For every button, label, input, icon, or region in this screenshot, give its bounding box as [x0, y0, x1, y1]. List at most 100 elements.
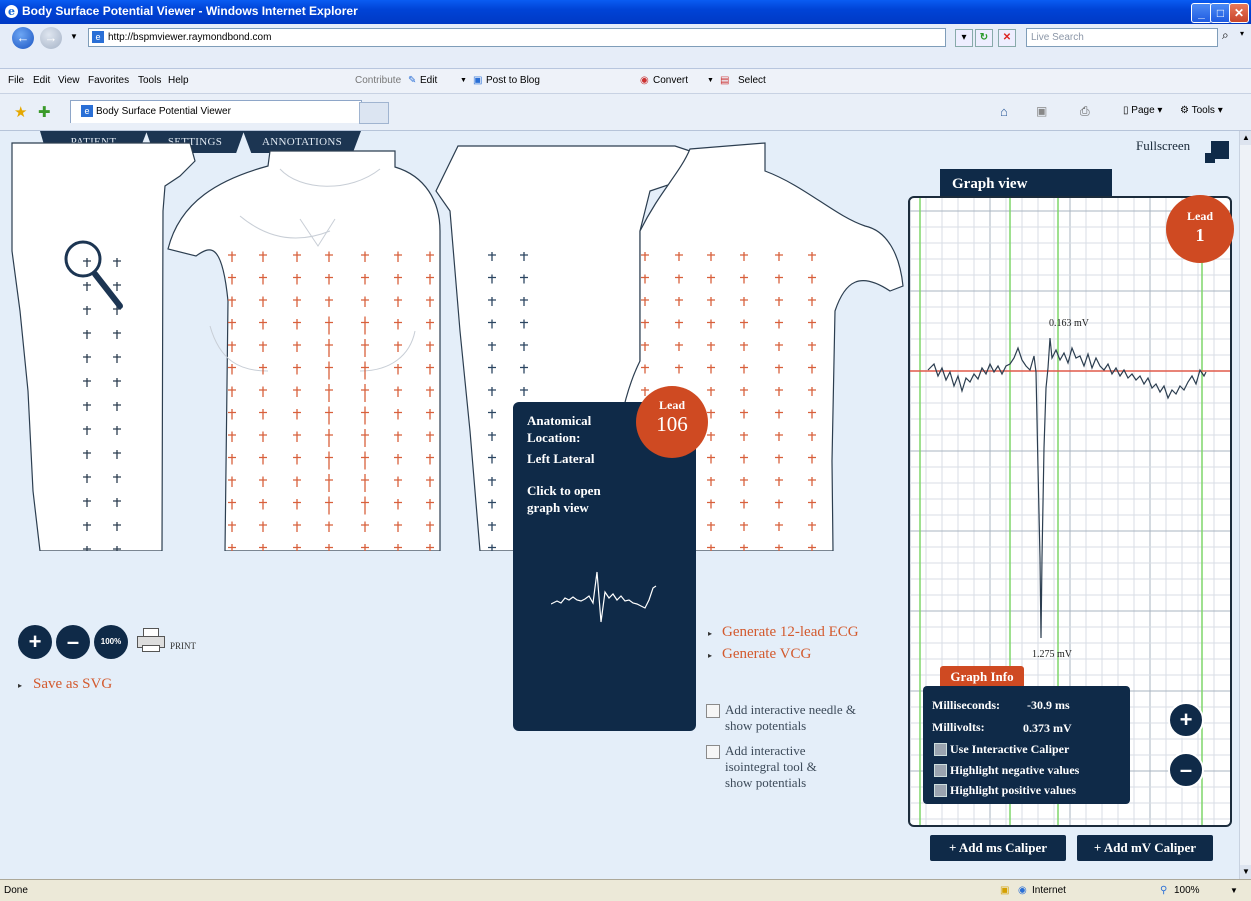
- address-bar[interactable]: e http://bspmviewer.raymondbond.com: [88, 28, 946, 47]
- graph-lead-badge: Lead 1: [1166, 195, 1234, 263]
- mv-label: Millivolts:: [932, 720, 985, 734]
- page-menu[interactable]: ▯ Page ▾: [1123, 105, 1162, 116]
- page-icon: ▯: [1123, 105, 1129, 116]
- zoom-reset-button[interactable]: 100%: [94, 625, 128, 659]
- zoom-level[interactable]: 100%: [1174, 885, 1200, 896]
- add-favorites-icon[interactable]: ✚: [38, 103, 51, 121]
- search-icon[interactable]: ⌕: [1222, 28, 1229, 43]
- page-content: PATIENT SETTINGS ANNOTATIONS Fullscreen …: [0, 131, 1239, 879]
- ecg-trace: [927, 337, 1207, 639]
- add-mv-caliper-button[interactable]: + Add mV Caliper: [1077, 835, 1213, 861]
- bullet-arrow-icon: ▸: [708, 629, 713, 638]
- window-title-bar: e Body Surface Potential Viewer - Window…: [0, 0, 1251, 24]
- browser-tab-active[interactable]: e Body Surface Potential Viewer: [70, 100, 362, 123]
- back-button[interactable]: ←: [12, 27, 34, 49]
- scroll-up-icon[interactable]: ▲: [1240, 131, 1251, 145]
- caliper-checkbox[interactable]: [934, 743, 947, 756]
- address-toolbar: ← → ▼ e http://bspmviewer.raymondbond.com…: [0, 24, 1251, 69]
- zoom-dropdown-icon[interactable]: ▼: [1230, 886, 1238, 895]
- convert-button[interactable]: Convert: [653, 75, 688, 86]
- stop-icon[interactable]: ✕: [998, 29, 1016, 47]
- convert-dropdown-icon[interactable]: ▼: [707, 77, 714, 84]
- history-dropdown-icon[interactable]: ▼: [70, 32, 78, 41]
- home-icon[interactable]: ⌂: [1000, 104, 1008, 119]
- tab-page-icon: e: [81, 105, 93, 118]
- graph-lead-label: Lead: [1186, 209, 1213, 223]
- close-button[interactable]: ✕: [1229, 3, 1249, 23]
- ms-label: Milliseconds:: [932, 698, 1000, 712]
- minimize-button[interactable]: _: [1191, 3, 1212, 23]
- vertical-scrollbar[interactable]: ▲ ▼: [1239, 131, 1251, 879]
- zoom-out-button[interactable]: –: [56, 625, 90, 659]
- mv-value: 0.373 mV: [1023, 721, 1072, 735]
- fullscreen-icon[interactable]: [1205, 141, 1229, 165]
- tab-title: Body Surface Potential Viewer: [96, 106, 231, 117]
- gear-icon: ⚙: [1180, 105, 1189, 116]
- favorites-star-icon[interactable]: ★: [14, 103, 27, 121]
- needle-checkbox[interactable]: [706, 704, 720, 718]
- zoom-in-button[interactable]: +: [18, 625, 52, 659]
- bullet-arrow-icon: ▸: [708, 651, 713, 660]
- feeds-icon[interactable]: ▣: [1036, 104, 1047, 118]
- negative-checkbox[interactable]: [934, 764, 947, 777]
- fullscreen-label[interactable]: Fullscreen: [1136, 138, 1190, 154]
- graph-view-title: Graph view: [940, 169, 1112, 197]
- torso-map[interactable]: [0, 131, 910, 551]
- graph-lead-number: 1: [1195, 225, 1205, 245]
- save-svg-link[interactable]: Save as SVG: [33, 676, 112, 693]
- isointegral-checkbox[interactable]: [706, 745, 720, 759]
- graph-info-panel: Milliseconds: -30.9 ms Millivolts: 0.373…: [923, 686, 1130, 804]
- torso-anterior-outline: [167, 150, 441, 551]
- add-ms-caliper-button[interactable]: + Add ms Caliper: [930, 835, 1066, 861]
- address-dropdown-icon[interactable]: ▾: [955, 29, 973, 47]
- convert-icon: ◉: [640, 75, 649, 86]
- isointegral-option-label[interactable]: Add interactive isointegral tool & show …: [725, 743, 837, 791]
- tools-menu[interactable]: ⚙ Tools ▾: [1180, 105, 1223, 116]
- graph-zoom-in-button[interactable]: +: [1168, 702, 1204, 738]
- positive-checkbox[interactable]: [934, 784, 947, 797]
- print-label[interactable]: PRINT: [170, 641, 196, 651]
- graph-zoom-out-button[interactable]: –: [1168, 752, 1204, 788]
- positive-option-label[interactable]: Highlight positive values: [950, 783, 1076, 798]
- ms-value: -30.9 ms: [1027, 698, 1070, 712]
- tooltip-lead-badge: Lead 106: [636, 386, 708, 458]
- menu-file[interactable]: File: [8, 75, 24, 86]
- generate-vcg-link[interactable]: Generate VCG: [722, 646, 811, 663]
- forward-button[interactable]: →: [40, 27, 62, 49]
- torso-right-side-outline: [11, 142, 196, 551]
- window-title: Body Surface Potential Viewer - Windows …: [22, 4, 358, 18]
- menu-favorites[interactable]: Favorites: [88, 75, 129, 86]
- needle-option-label[interactable]: Add interactive needle & show potentials: [725, 702, 865, 734]
- print-icon[interactable]: ⎙: [1080, 104, 1090, 119]
- edit-dropdown-icon[interactable]: ▼: [460, 77, 467, 84]
- select-button[interactable]: Select: [738, 75, 766, 86]
- generate-12-lead-ecg-link[interactable]: Generate 12-lead ECG: [722, 624, 859, 641]
- ie-logo-icon: e: [5, 5, 18, 18]
- search-options-icon[interactable]: ▾: [1240, 29, 1244, 38]
- status-text: Done: [4, 885, 28, 896]
- maximize-button[interactable]: □: [1210, 3, 1231, 23]
- protected-mode-icon: ▣: [1000, 885, 1010, 896]
- blog-icon: ▣: [473, 75, 483, 86]
- new-tab-button[interactable]: [359, 102, 389, 124]
- tooltip-lead-number: 106: [656, 412, 688, 436]
- tooltip-ecg-trace: [551, 571, 657, 623]
- menu-view[interactable]: View: [58, 75, 80, 86]
- menu-tools[interactable]: Tools: [138, 75, 161, 86]
- graph-info-title: Graph Info: [940, 666, 1024, 688]
- edit-button[interactable]: Edit: [420, 75, 437, 86]
- negative-option-label[interactable]: Highlight negative values: [950, 763, 1079, 778]
- zone-label: Internet: [1032, 885, 1066, 896]
- scroll-down-icon[interactable]: ▼: [1240, 865, 1251, 879]
- post-to-blog-button[interactable]: Post to Blog: [486, 75, 540, 86]
- menu-edit[interactable]: Edit: [33, 75, 50, 86]
- contribute-label: Contribute: [355, 75, 402, 86]
- print-icon[interactable]: [137, 628, 165, 652]
- search-input[interactable]: Live Search: [1026, 28, 1218, 47]
- bullet-arrow-icon: ▸: [18, 681, 23, 690]
- caliper-option-label[interactable]: Use Interactive Caliper: [950, 742, 1069, 757]
- globe-icon: ◉: [1018, 885, 1027, 896]
- refresh-icon[interactable]: ↻: [975, 29, 993, 47]
- menu-help[interactable]: Help: [168, 75, 189, 86]
- zoom-icon: ⚲: [1160, 885, 1168, 896]
